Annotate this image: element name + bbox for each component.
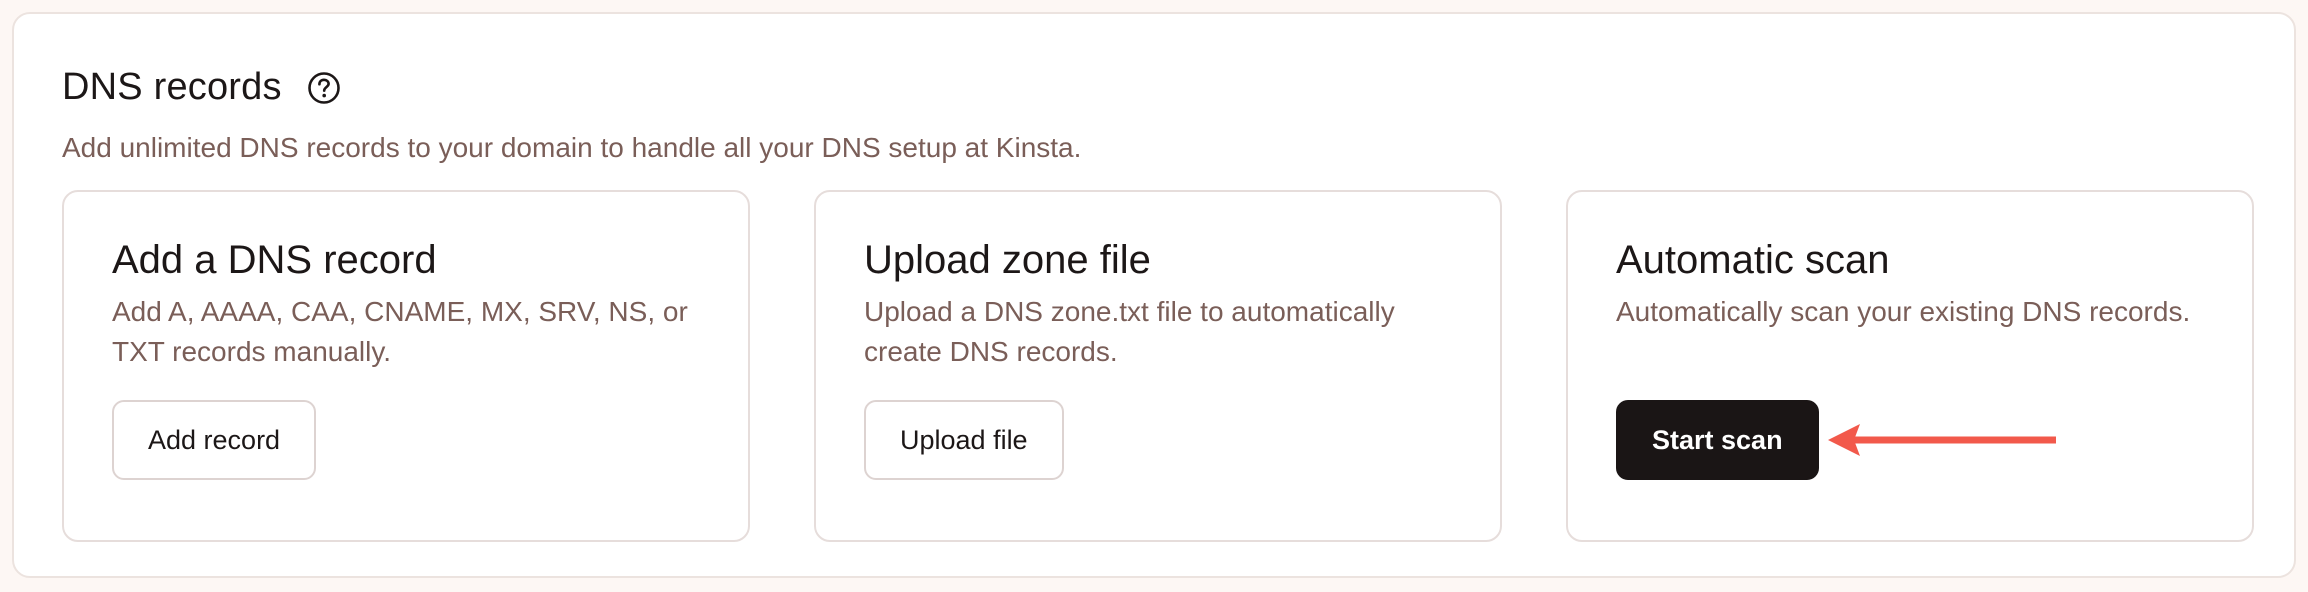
card-add-dns-record: Add a DNS record Add A, AAAA, CAA, CNAME… — [62, 190, 750, 542]
dns-options: Add a DNS record Add A, AAAA, CAA, CNAME… — [62, 190, 2254, 542]
card-description: Upload a DNS zone.txt file to automatica… — [864, 296, 1395, 367]
card-title: Automatic scan — [1616, 238, 1890, 282]
add-record-button[interactable]: Add record — [112, 400, 317, 480]
start-scan-button[interactable]: Start scan — [1616, 400, 1819, 480]
card-title: Upload zone file — [864, 238, 1151, 282]
card-upload-zone-file: Upload zone file Upload a DNS zone.txt f… — [814, 190, 1502, 542]
card-description: Automatically scan your existing DNS rec… — [1616, 296, 2191, 327]
dns-records-panel: DNS records Add unlimited DNS records to… — [12, 12, 2296, 578]
arrow-left-icon — [1828, 424, 2056, 456]
section-subtitle: Add unlimited DNS records to your domain… — [62, 132, 1082, 163]
card-description: Add A, AAAA, CAA, CNAME, MX, SRV, NS, or… — [112, 296, 688, 367]
page-title: DNS records — [62, 66, 282, 108]
card-title: Add a DNS record — [112, 238, 437, 282]
card-automatic-scan: Automatic scan Automatically scan your e… — [1566, 190, 2254, 542]
section-header: DNS records — [62, 66, 342, 109]
question-circle-icon[interactable] — [306, 70, 342, 106]
upload-file-button[interactable]: Upload file — [864, 400, 1064, 480]
